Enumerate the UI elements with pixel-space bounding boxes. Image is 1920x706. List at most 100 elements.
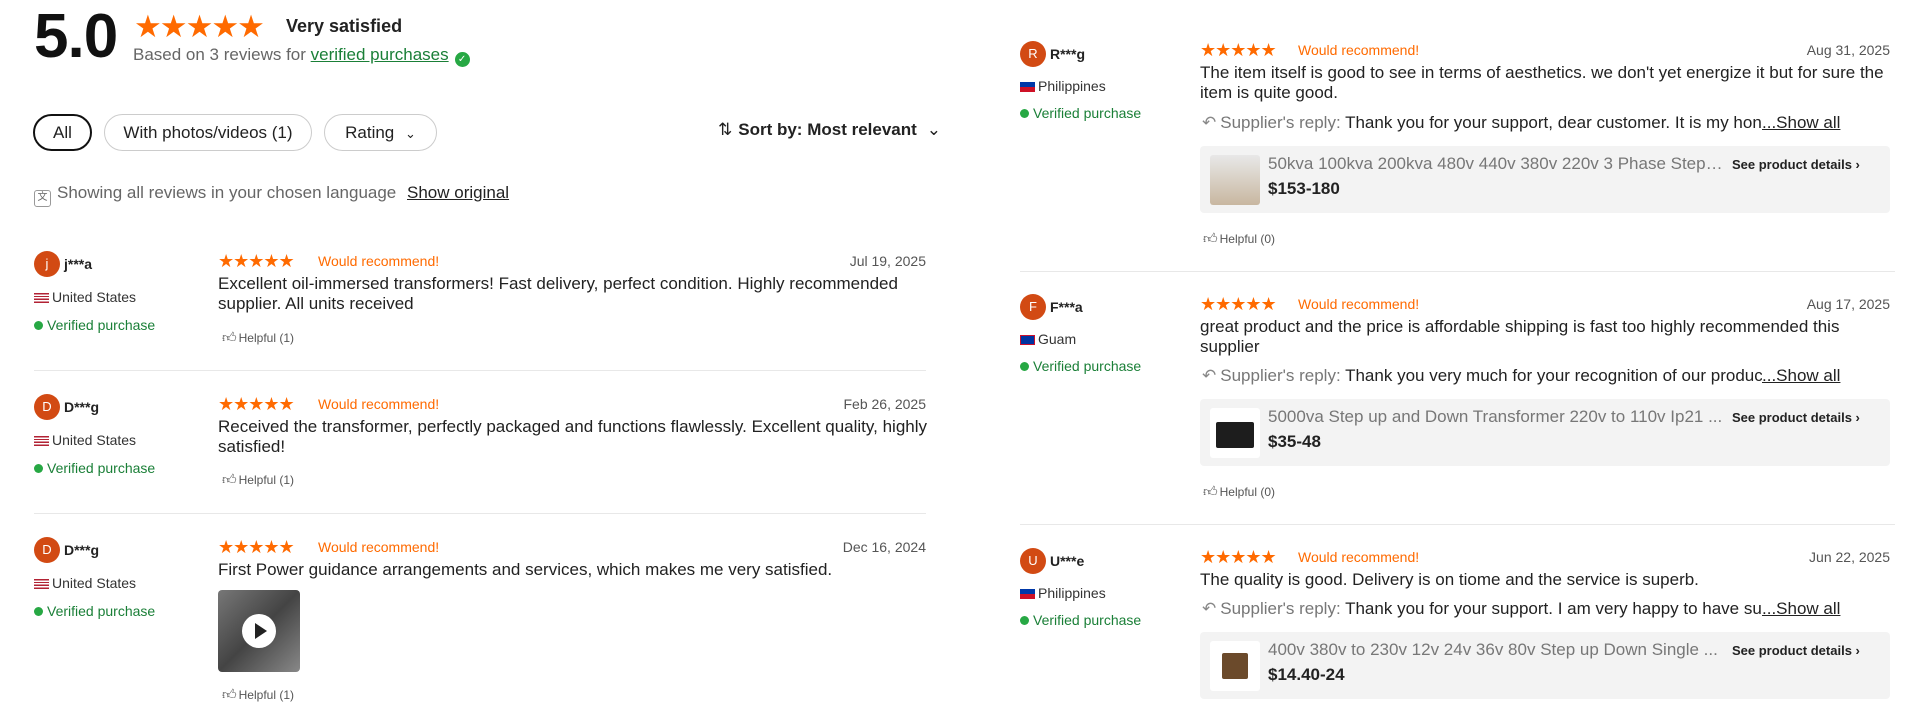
product-card[interactable]: 50kva 100kva 200kva 480v 440v 380v 220v … (1200, 146, 1890, 213)
helpful-button[interactable]: 👍︎ Helpful (1) (222, 471, 294, 488)
rating-basis: Based on 3 reviews for verified purchase… (133, 45, 470, 67)
helpful-button[interactable]: 👍︎ Helpful (0) (1203, 230, 1275, 247)
verified-dot-icon (1020, 616, 1029, 625)
reply-text: Thank you for your support. I am very ha… (1345, 599, 1762, 618)
avatar: U (1020, 548, 1046, 574)
product-thumbnail (1210, 155, 1260, 205)
recommend-label: Would recommend! (318, 396, 440, 412)
chevron-right-icon: › (1855, 410, 1860, 425)
review-stars: ★★★★★ (1200, 547, 1277, 567)
verified-label: Verified purchase (47, 317, 156, 333)
verified-purchase-badge: Verified purchase (34, 460, 155, 476)
see-product-details-link[interactable]: See product details › (1732, 410, 1860, 425)
language-notice-text: Showing all reviews in your chosen langu… (57, 183, 397, 202)
us-flag-icon (34, 293, 49, 303)
reply-icon: ↶ (1202, 366, 1217, 385)
reply-label: Supplier's reply: (1220, 113, 1341, 132)
verified-label: Verified purchase (1033, 612, 1142, 628)
product-thumbnail (1210, 408, 1260, 458)
sort-icon: ⇅ (718, 120, 733, 139)
play-icon[interactable] (242, 614, 276, 648)
see-product-details-link[interactable]: See product details › (1732, 157, 1860, 172)
supplier-reply: ↶ Supplier's reply: Thank you for your su… (1202, 113, 1762, 133)
review-text: First Power guidance arrangements and se… (218, 560, 833, 579)
product-thumbnail (1210, 641, 1260, 691)
us-flag-icon (34, 579, 49, 589)
reply-label: Supplier's reply: (1220, 599, 1341, 618)
reply-icon: ↶ (1202, 113, 1217, 132)
show-all-link[interactable]: ...Show all (1762, 113, 1840, 133)
rating-score: 5.0 (34, 2, 118, 71)
avatar: R (1020, 41, 1046, 67)
product-name: 50kva 100kva 200kva 480v 440v 380v 220v … (1268, 154, 1723, 173)
verified-dot-icon (34, 464, 43, 473)
rating-basis-text: Based on 3 reviews for (133, 45, 306, 64)
verified-purchase-badge: Verified purchase (1020, 105, 1141, 121)
sort-label: Sort by: Most relevant (738, 120, 917, 139)
product-price: $14.40-24 (1268, 665, 1345, 684)
product-price: $35-48 (1268, 432, 1321, 451)
helpful-count: Helpful (1) (238, 473, 294, 487)
reviewer-country: United States (34, 289, 136, 305)
transformer-image (1222, 653, 1248, 679)
thumbs-up-icon: 👍︎ (222, 471, 237, 487)
language-notice: 文 Showing all reviews in your chosen lang… (34, 183, 509, 207)
helpful-button[interactable]: 👍︎ Helpful (1) (222, 686, 294, 703)
reviewer-name: D***g (64, 399, 100, 415)
verified-purchase-badge: Verified purchase (34, 317, 155, 333)
recommend-label: Would recommend! (1298, 549, 1420, 565)
reviewer-name: U***e (1050, 553, 1085, 569)
verified-label: Verified purchase (1033, 358, 1142, 374)
show-all-link[interactable]: ...Show all (1762, 366, 1840, 386)
review-stars: ★★★★★ (218, 537, 295, 557)
review-text: Received the transformer, perfectly pack… (218, 417, 928, 456)
reply-label: Supplier's reply: (1220, 366, 1341, 385)
reviewer-name: F***a (1050, 299, 1083, 315)
review-text: The item itself is good to see in terms … (1200, 63, 1884, 102)
reviewer-name: D***g (64, 542, 100, 558)
see-details-label: See product details (1732, 410, 1852, 425)
helpful-count: Helpful (1) (238, 331, 294, 345)
sort-dropdown[interactable]: ⇅ Sort by: Most relevant ⌄ (718, 120, 941, 140)
recommend-label: Would recommend! (318, 253, 440, 269)
recommend-label: Would recommend! (1298, 42, 1420, 58)
verified-check-icon: ✓ (454, 52, 470, 67)
review-text: The quality is good. Delivery is on tiom… (1200, 570, 1699, 589)
product-card[interactable]: 400v 380v to 230v 12v 24v 36v 80v Step u… (1200, 632, 1890, 699)
product-card[interactable]: 5000va Step up and Down Transformer 220v… (1200, 399, 1890, 466)
country-name: Guam (1038, 331, 1077, 347)
filter-all-chip[interactable]: All (33, 114, 92, 151)
review-date: Feb 26, 2025 (843, 396, 926, 412)
filter-rating-chip[interactable]: Rating ⌄ (324, 114, 437, 151)
helpful-button[interactable]: 👍︎ Helpful (0) (1203, 483, 1275, 500)
verified-purchases-link[interactable]: verified purchases (311, 45, 449, 64)
review-divider (34, 513, 926, 514)
rating-chip-label: Rating (345, 123, 395, 142)
verified-dot-icon (34, 321, 43, 330)
transformer-image (1216, 422, 1254, 448)
review-date: Dec 16, 2024 (842, 539, 926, 555)
helpful-button[interactable]: 👍︎ Helpful (1) (222, 329, 294, 346)
review-divider (1020, 524, 1895, 525)
review-stars: ★★★★★ (1200, 294, 1277, 314)
thumbs-up-icon: 👍︎ (1203, 230, 1218, 246)
verified-label: Verified purchase (1033, 105, 1142, 121)
translate-icon: 文 (34, 190, 51, 207)
ph-flag-icon (1020, 589, 1035, 599)
review-video-thumbnail[interactable] (218, 590, 300, 672)
country-name: United States (52, 575, 137, 591)
see-details-label: See product details (1732, 157, 1852, 172)
reviewer-country: Philippines (1020, 585, 1106, 601)
review-divider (34, 370, 926, 371)
country-name: Philippines (1038, 78, 1106, 94)
verified-purchase-badge: Verified purchase (1020, 358, 1141, 374)
show-original-link[interactable]: Show original (407, 183, 509, 202)
see-product-details-link[interactable]: See product details › (1732, 643, 1860, 658)
filter-photos-chip[interactable]: With photos/videos (1) (104, 114, 312, 151)
verified-dot-icon (1020, 109, 1029, 118)
reply-text: Thank you very much for your recognition… (1345, 366, 1762, 385)
avatar: F (1020, 294, 1046, 320)
review-text: great product and the price is affordabl… (1200, 317, 1840, 356)
avatar: D (34, 394, 60, 420)
show-all-link[interactable]: ...Show all (1762, 599, 1840, 619)
